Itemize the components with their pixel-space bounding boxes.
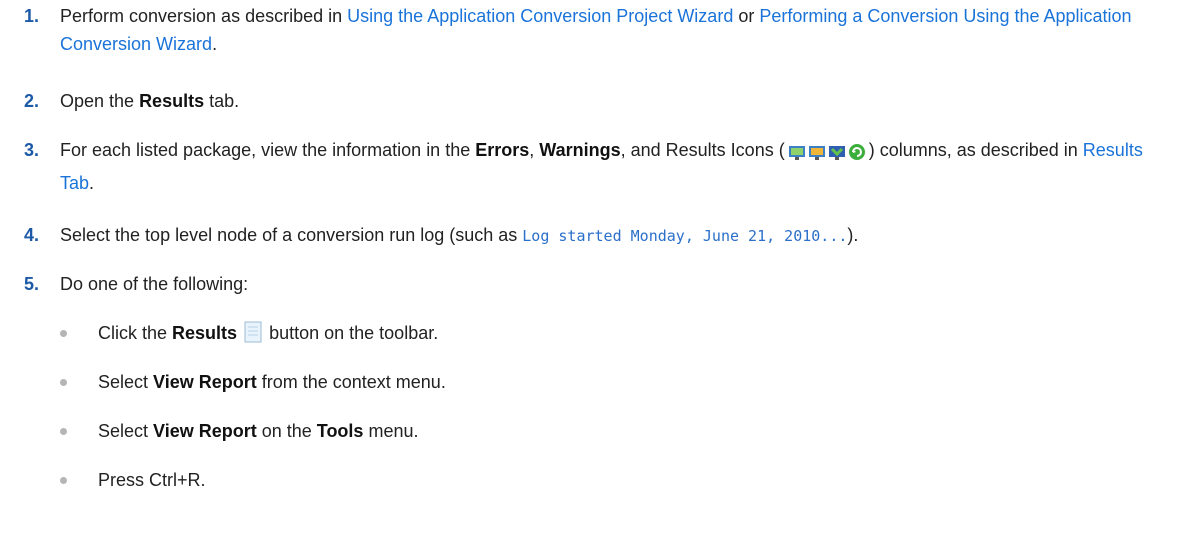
step-5: 5. Do one of the following: [24, 270, 1161, 298]
step-text: Select the top level node of a conversio… [60, 225, 523, 245]
step-number: 2. [24, 91, 40, 111]
option-item: Select View Report on the Tools menu. [60, 417, 1161, 445]
option-text: button on the toolbar. [264, 323, 439, 343]
step-text: , and Results Icons ( [620, 140, 785, 160]
step-number: 4. [24, 225, 40, 245]
app-converted-icon [788, 146, 805, 160]
bullet-dot [60, 477, 67, 484]
procedure-document: 1. Perform conversion as described in Us… [0, 0, 1181, 541]
app-warning-icon [808, 146, 825, 160]
bullet-dot [60, 428, 67, 435]
app-merge-icon [828, 146, 845, 160]
step-text: , [529, 140, 540, 160]
view-report-command: View Report [153, 372, 257, 392]
option-text: on the [256, 421, 317, 441]
step-text: or [733, 6, 760, 26]
option-text: from the context menu. [256, 372, 446, 392]
step-number: 5. [24, 274, 40, 294]
step-text: Perform conversion as described in [60, 6, 348, 26]
step-text: Open the [60, 91, 140, 111]
step-text: Do one of the following: [60, 274, 249, 294]
option-text: Select [98, 421, 154, 441]
step-text: ) columns, as described in [868, 140, 1083, 160]
results-button-name: Results [172, 323, 238, 343]
bullet-dot [60, 379, 67, 386]
refresh-green-icon [848, 144, 865, 160]
log-node-example: Log started Monday, June 21, 2010... [522, 227, 848, 245]
step-number: 1. [24, 6, 40, 26]
step-text: tab. [204, 91, 240, 111]
option-text: menu. [363, 421, 419, 441]
option-text: Press Ctrl+R. [98, 470, 206, 490]
results-tab-name: Results [139, 91, 205, 111]
bullet-dot [60, 330, 67, 337]
option-text: Select [98, 372, 154, 392]
link-application-conversion-project-wizard[interactable]: Using the Application Conversion Project… [347, 6, 733, 26]
step-text: . [89, 173, 95, 193]
step-4: 4. Select the top level node of a conver… [24, 221, 1161, 250]
report-page-icon [242, 321, 264, 351]
step-2: 2. Open the Results tab. [24, 87, 1161, 115]
step-number: 3. [24, 140, 40, 160]
option-item: Select View Report from the context menu… [60, 368, 1161, 396]
step-text: . [212, 34, 218, 54]
step-text: For each listed package, view the inform… [60, 140, 476, 160]
option-text: Click the [98, 323, 173, 343]
step-1: 1. Perform conversion as described in Us… [24, 2, 1161, 58]
tools-menu-name: Tools [316, 421, 364, 441]
results-icons-group [787, 141, 867, 169]
step-3: 3. For each listed package, view the inf… [24, 136, 1161, 197]
warnings-column-name: Warnings [539, 140, 621, 160]
option-item: Click the Results button on the toolbar. [60, 319, 1161, 351]
step-text: ). [847, 225, 859, 245]
view-report-command: View Report [153, 421, 257, 441]
option-item: Press Ctrl+R. [60, 466, 1161, 494]
errors-column-name: Errors [475, 140, 530, 160]
